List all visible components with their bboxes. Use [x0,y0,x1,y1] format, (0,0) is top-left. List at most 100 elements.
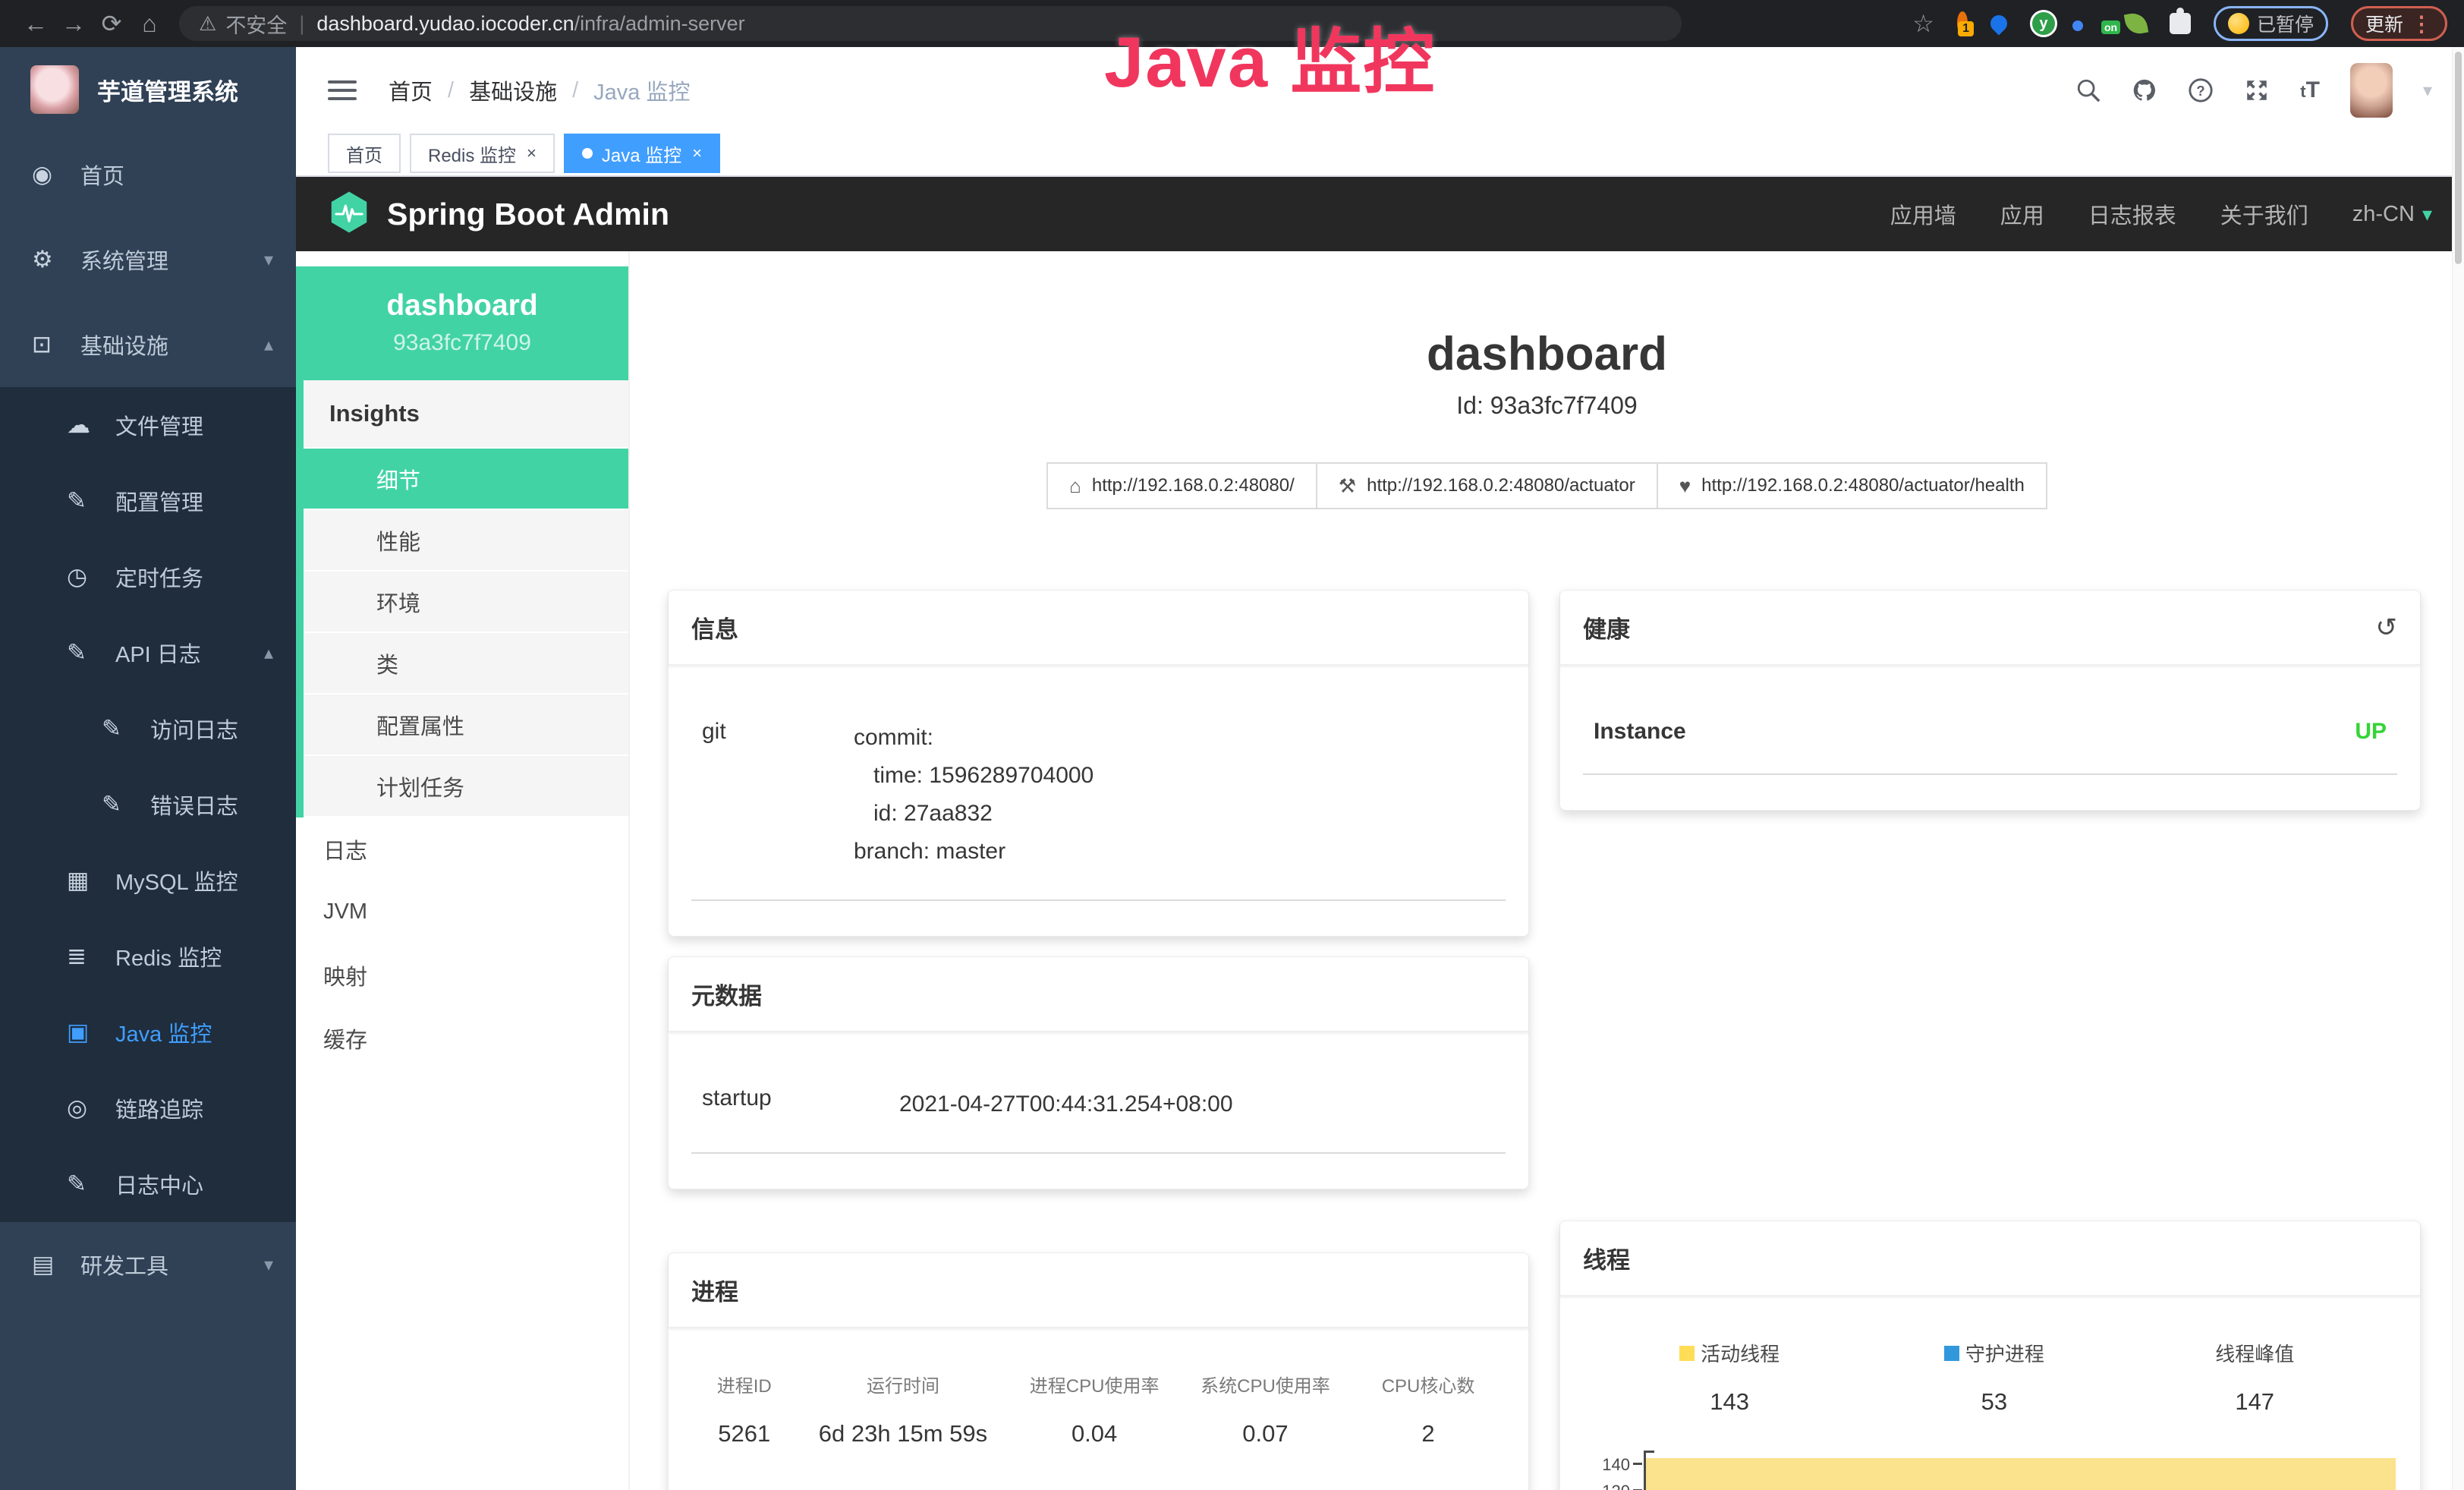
actuator-url-button[interactable]: ⚒ http://192.168.0.2:48080/actuator [1316,462,1658,509]
sba-item-classes[interactable]: 类 [304,633,628,695]
daemon-threads-value: 53 [1876,1388,2112,1416]
sidebar-item-file-mgmt[interactable]: ☁ 文件管理 [0,387,296,463]
address-bar[interactable]: ⚠ 不安全 | dashboard.yudao.iocoder.cn /infr… [179,6,1682,41]
info-card: 信息 git commit: time: 1596289704000 id: 2 [668,590,1529,937]
history-icon[interactable]: ↺ [2376,613,2398,643]
process-col-uptime: 运行时间 [797,1371,1009,1397]
sba-nav-wallboard[interactable]: 应用墙 [1890,198,1956,230]
legend-daemon-threads: 守护进程 [1876,1339,2112,1367]
green-circle-extension-icon[interactable]: y [2030,10,2057,37]
yellow-legend-swatch [1679,1346,1695,1361]
fullscreen-icon[interactable] [2244,77,2270,103]
cards-left-column: 信息 git commit: time: 1596289704000 id: 2 [668,590,1529,1490]
bookmark-star-icon[interactable]: ☆ [1912,9,1934,38]
browser-back-icon[interactable]: ← [17,10,55,38]
process-pid-value: 5261 [691,1420,797,1447]
profile-avatar-emoji [2228,13,2249,34]
browser-update-button[interactable]: 更新 ⋮ [2351,6,2447,41]
heartbeat-icon: ♥ [1679,474,1691,498]
sba-item-config-props[interactable]: 配置属性 [304,695,628,756]
tab-java-monitor[interactable]: Java 监控 × [564,134,720,173]
sba-item-details[interactable]: 细节 [304,449,628,510]
process-card-title: 进程 [691,1273,738,1307]
sba-item-metrics[interactable]: 性能 [304,510,628,572]
scrollbar-thumb[interactable] [2455,52,2462,264]
process-table: 进程ID 运行时间 进程CPU使用率 系统CPU使用率 CPU核心数 5261 … [691,1371,1506,1458]
breadcrumb-current: Java 监控 [593,74,690,106]
sba-item-mappings[interactable]: 映射 [296,943,628,1006]
sidebar-item-tracing[interactable]: ◎ 链路追踪 [0,1070,296,1146]
sba-nav-about[interactable]: 关于我们 [2220,198,2308,230]
infrastructure-submenu: ☁ 文件管理 ✎ 配置管理 ◷ 定时任务 ✎ API 日志 ▴ ✎ [0,387,296,1222]
browser-menu-icon[interactable]: ⋮ [2411,11,2433,36]
process-proc-cpu-value: 0.04 [1009,1420,1179,1447]
ytick-140: 140 [1583,1455,1630,1475]
info-label: git [702,719,854,871]
user-avatar[interactable] [2350,63,2393,118]
sidebar-item-java-monitor[interactable]: ▣ Java 监控 [0,994,296,1070]
sidebar-item-infrastructure[interactable]: ⊡ 基础设施 ▴ [0,302,296,387]
process-card: 进程 进程ID 运行时间 进程CPU使用率 系统CPU使用率 CPU核心数 [668,1252,1529,1490]
sidebar-item-system-mgmt[interactable]: ⚙ 系统管理 ▾ [0,217,296,302]
sidebar-item-redis-monitor[interactable]: ≣ Redis 监控 [0,918,296,994]
sba-item-environment[interactable]: 环境 [304,572,628,633]
breadcrumb-infrastructure[interactable]: 基础设施 [469,74,557,106]
sidebar-item-scheduled-tasks[interactable]: ◷ 定时任务 [0,539,296,615]
app-shell: 芋道管理系统 ◉ 首页 ⚙ 系统管理 ▾ ⊡ 基础设施 ▴ ☁ 文件管理 [0,47,2464,1490]
page-scrollbar[interactable] [2452,47,2464,1490]
sidebar-item-mysql-monitor[interactable]: ▦ MySQL 监控 [0,843,296,918]
edit-icon: ✎ [67,487,100,515]
service-url-button[interactable]: ⌂ http://192.168.0.2:48080/ [1046,462,1317,509]
profile-paused-badge[interactable]: 已暂停 [2214,6,2328,41]
instance-header[interactable]: dashboard 93a3fc7f7409 [296,266,628,380]
close-icon[interactable]: × [692,143,702,163]
browser-forward-icon[interactable]: → [55,10,93,38]
sba-nav-journal[interactable]: 日志报表 [2088,198,2176,230]
sidebar-item-home[interactable]: ◉ 首页 [0,132,296,217]
tab-redis-monitor[interactable]: Redis 监控 × [410,134,555,173]
leaf-extension-icon[interactable] [2124,11,2148,36]
tab-home[interactable]: 首页 [328,134,401,173]
cards-right-column: 健康 ↺ Instance UP [1559,590,2421,1490]
user-menu-caret-icon[interactable]: ▾ [2423,80,2432,102]
sba-item-logs[interactable]: 日志 [296,817,628,880]
font-size-icon[interactable]: tT [2300,77,2320,103]
svg-text:?: ? [2197,83,2205,99]
search-icon[interactable] [2075,77,2101,103]
health-url-button[interactable]: ♥ http://192.168.0.2:48080/actuator/heal… [1657,462,2047,509]
close-icon[interactable]: × [527,143,537,163]
help-icon[interactable]: ? [2188,77,2214,103]
sba-locale-select[interactable]: zh-CN ▾ [2352,202,2432,227]
chevron-up-icon: ▴ [264,334,273,356]
sba-item-jvm[interactable]: JVM [296,880,628,943]
sba-item-caches[interactable]: 缓存 [296,1006,628,1069]
mysql-icon: ▦ [67,867,100,894]
legend-peak-threads: 线程峰值 [2112,1339,2397,1367]
sba-brand-title[interactable]: Spring Boot Admin [387,197,669,232]
process-col-pid: 进程ID [691,1371,797,1397]
browser-extensions-area: ☆ 1 y on 已暂停 更新 ⋮ [1912,6,2447,41]
sba-nav-applications[interactable]: 应用 [2000,198,2044,230]
browser-home-icon[interactable]: ⌂ [131,10,168,38]
browser-reload-icon[interactable]: ⟳ [93,9,131,38]
sidebar-item-error-logs[interactable]: ✎ 错误日志 [0,767,296,843]
sidebar-item-log-center[interactable]: ✎ 日志中心 [0,1146,296,1222]
github-icon[interactable] [2132,77,2157,103]
instance-name: dashboard [304,289,621,323]
sidebar-collapse-icon[interactable] [328,80,357,100]
pin-extension-icon[interactable] [1987,11,2010,35]
log-icon: ✎ [67,639,100,666]
log-icon: ✎ [102,791,135,818]
sba-item-scheduled-tasks[interactable]: 计划任务 [304,756,628,817]
sidebar-item-config-mgmt[interactable]: ✎ 配置管理 [0,463,296,539]
process-cores-value: 2 [1351,1420,1506,1447]
sidebar-item-access-logs[interactable]: ✎ 访问日志 [0,691,296,767]
extensions-puzzle-icon[interactable] [2170,13,2191,34]
sidebar-item-devtools[interactable]: ▤ 研发工具 ▾ [0,1222,296,1307]
sidebar-item-api-logs[interactable]: ✎ API 日志 ▴ [0,615,296,691]
process-col-sys-cpu: 系统CPU使用率 [1180,1371,1351,1397]
orange-extension-icon[interactable]: 1 [1957,17,1968,30]
breadcrumb-home[interactable]: 首页 [389,74,433,106]
java-monitor-icon: ▣ [67,1019,100,1046]
chevron-down-icon: ▾ [264,249,273,271]
